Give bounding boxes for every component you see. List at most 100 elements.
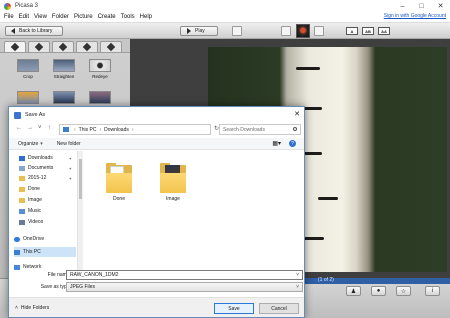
close-icon[interactable]: ✕ xyxy=(431,0,450,12)
nav-item-documents[interactable]: Documents ✦ xyxy=(19,163,76,173)
network-icon xyxy=(14,264,20,270)
menu-picture[interactable]: Picture xyxy=(74,14,93,20)
menu-folder[interactable]: Folder xyxy=(52,14,69,20)
breadcrumb-downloads[interactable]: Downloads xyxy=(104,127,129,133)
collage-icon[interactable] xyxy=(281,26,291,36)
person-icon[interactable]: ♟ xyxy=(346,286,361,296)
nav-item-videos[interactable]: Videos xyxy=(19,217,76,227)
current-photo-thumbnail[interactable] xyxy=(296,24,310,38)
location-pin-icon[interactable]: ● xyxy=(371,286,386,296)
close-icon[interactable]: ✕ xyxy=(294,110,300,118)
caption-ab-button[interactable]: AB xyxy=(362,27,374,35)
tab-effects-2[interactable] xyxy=(76,41,98,52)
crop-tool[interactable]: Crop xyxy=(15,59,41,83)
tab-effects[interactable] xyxy=(52,41,74,52)
videos-icon xyxy=(19,219,25,225)
crop-label: Crop xyxy=(23,74,33,79)
tool-4-thumbnail xyxy=(17,91,39,104)
file-name-field[interactable]: RAW_CANON_1DM2 ˅ xyxy=(66,270,303,280)
tab-effects-3[interactable] xyxy=(100,41,122,52)
play-button[interactable]: Play xyxy=(180,26,218,36)
straighten-thumbnail xyxy=(53,59,75,72)
file-name-label: File name: xyxy=(47,272,71,278)
menu-tools[interactable]: Tools xyxy=(121,14,135,20)
menu-edit[interactable]: Edit xyxy=(19,14,29,20)
page-count: (1 of 2) xyxy=(318,277,334,283)
folder-done[interactable]: Done xyxy=(99,157,139,213)
breadcrumb-separator-icon: › xyxy=(131,126,134,133)
play-label: Play xyxy=(195,28,205,34)
chevron-down-icon: ˅ xyxy=(296,284,299,290)
straighten-label: Straighten xyxy=(53,74,75,79)
cancel-button[interactable]: Cancel xyxy=(259,303,299,314)
scrollbar-thumb[interactable] xyxy=(79,159,82,199)
chevron-up-icon: ˄ xyxy=(15,305,18,311)
save-type-label: Save as type: xyxy=(40,284,71,290)
recent-locations-chevron-icon[interactable]: ˅ xyxy=(38,125,42,131)
nav-item-this-pc[interactable]: This PC xyxy=(14,247,76,257)
command-bar: Organize ▾ New folder ▦▾ ? xyxy=(9,138,304,150)
menu-file[interactable]: File xyxy=(4,14,14,20)
organize-label: Organize xyxy=(18,140,39,147)
computer-icon xyxy=(14,249,20,255)
back-arrow-icon[interactable]: ← xyxy=(16,125,22,131)
dialog-title: Save As xyxy=(25,112,46,118)
nav-item-done[interactable]: Done xyxy=(19,184,76,194)
view-options-icon[interactable]: ▦▾ xyxy=(272,140,281,147)
nav-item-label: Done xyxy=(28,186,40,192)
folder-image[interactable]: Image xyxy=(153,157,193,213)
pin-icon: ✦ xyxy=(68,165,72,171)
save-button[interactable]: Save xyxy=(214,303,254,314)
caption-a-button[interactable]: A xyxy=(346,27,358,35)
bark-mark xyxy=(304,107,322,110)
nav-item-label: 2015-12 xyxy=(28,175,47,181)
caption-aa-button[interactable]: AA xyxy=(378,27,390,35)
square-icon[interactable] xyxy=(232,26,242,36)
folder-icon xyxy=(160,163,186,193)
cloud-icon xyxy=(14,236,20,242)
file-name: Image xyxy=(166,196,180,202)
star-icon[interactable]: ☆ xyxy=(396,286,411,296)
nav-item-2015-12[interactable]: 2015-12 ✦ xyxy=(19,173,76,183)
brush-icon xyxy=(58,42,68,52)
tool-6-thumbnail xyxy=(89,91,111,104)
menu-help[interactable]: Help xyxy=(140,14,152,20)
nav-item-music[interactable]: Music xyxy=(19,206,76,216)
sign-in-link[interactable]: Sign in with Google Account xyxy=(384,13,446,19)
new-folder-button[interactable]: New folder xyxy=(57,141,81,147)
top-toolbar: Back to Library Play A AB AA xyxy=(0,23,450,39)
tab-basic-fixes[interactable] xyxy=(4,41,26,52)
menu-view[interactable]: View xyxy=(34,14,47,20)
up-arrow-icon[interactable]: ↑ xyxy=(48,125,51,131)
nav-item-onedrive[interactable]: OneDrive xyxy=(14,234,76,244)
search-icon xyxy=(293,127,297,131)
save-as-dialog: Save As ✕ ← → ˅ ↑ › This PC › Downloads … xyxy=(8,106,305,318)
nav-item-image[interactable]: Image xyxy=(19,195,76,205)
hide-folders-toggle[interactable]: ˄ Hide Folders xyxy=(15,305,49,311)
save-type-value: JPEG Files xyxy=(70,284,96,290)
save-type-select[interactable]: JPEG Files ˅ xyxy=(66,282,303,292)
file-name-row: File name: RAW_CANON_1DM2 ˅ xyxy=(9,270,304,281)
dialog-title-bar: Save As ✕ xyxy=(9,107,304,123)
photo-strip-icon[interactable] xyxy=(314,26,324,36)
chevron-down-icon[interactable]: ˅ xyxy=(296,272,299,278)
nav-item-downloads[interactable]: Downloads ✦ xyxy=(19,153,76,163)
back-to-library-button[interactable]: Back to Library xyxy=(5,26,63,36)
view-controls: ▦▾ ? xyxy=(272,140,296,147)
breadcrumb-this-pc[interactable]: This PC xyxy=(79,127,97,133)
straighten-tool[interactable]: Straighten xyxy=(51,59,77,83)
redeye-tool[interactable]: Redeye xyxy=(87,59,113,83)
tab-tuning[interactable] xyxy=(28,41,50,52)
breadcrumb-separator-icon: › xyxy=(74,126,76,133)
help-icon[interactable]: ? xyxy=(289,140,296,147)
maximize-icon[interactable]: □ xyxy=(412,0,431,12)
address-bar[interactable]: › This PC › Downloads › xyxy=(59,124,211,135)
title-bar: Picasa 3 – □ ✕ xyxy=(0,0,450,12)
search-input[interactable]: Search Downloads xyxy=(219,124,301,135)
info-icon[interactable]: i xyxy=(425,286,440,296)
organize-menu[interactable]: Organize ▾ xyxy=(18,141,43,147)
pin-icon: ✦ xyxy=(68,155,72,161)
menu-create[interactable]: Create xyxy=(98,14,116,20)
forward-arrow-icon[interactable]: → xyxy=(27,125,33,131)
minimize-icon[interactable]: – xyxy=(393,0,412,12)
